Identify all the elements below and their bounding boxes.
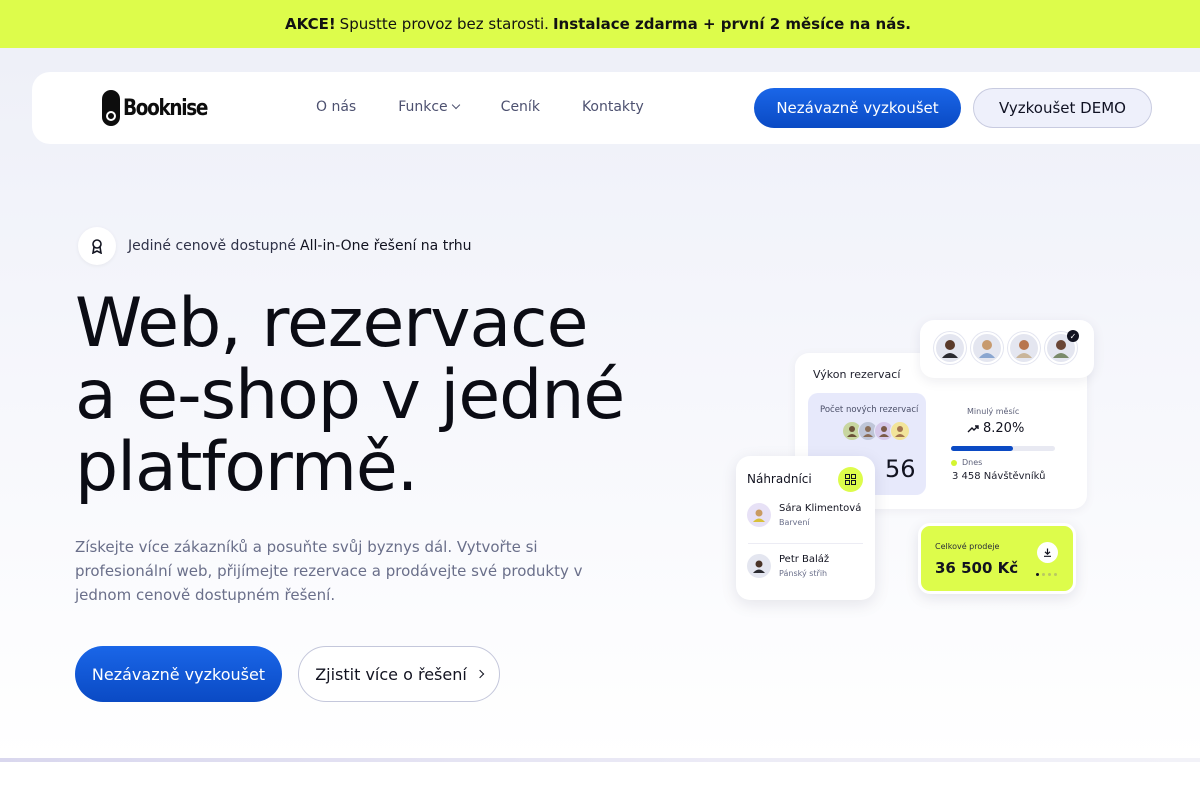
promo-bar: AKCE! Spustte provoz bez starosti. Insta…	[0, 0, 1200, 48]
visits-progress-fill	[951, 446, 1014, 451]
brand-logo[interactable]: Booknise	[102, 90, 223, 126]
new-reservations-value: 56	[885, 455, 916, 483]
today-legend: Dnes	[951, 458, 982, 467]
list-item[interactable]: Petr Baláž Pánský střih	[747, 554, 829, 578]
lime-dot-icon	[951, 459, 957, 466]
hero-badge: Jediné cenově dostupné All-in-One řešení…	[78, 227, 471, 265]
divider	[748, 543, 863, 544]
sales-label: Celkové prodeje	[935, 542, 1000, 551]
nav-link-kontakty[interactable]: Kontakty	[582, 99, 644, 115]
section-divider	[0, 758, 1200, 762]
hero-try-button[interactable]: Nezávazně vyzkoušet	[75, 646, 282, 702]
nav-demo-button[interactable]: Vyzkoušet DEMO	[973, 88, 1152, 128]
sales-value: 36 500 Kč	[935, 559, 1019, 577]
check-icon: ✓	[1067, 330, 1079, 342]
avatar-group	[842, 421, 910, 441]
promo-text: Spustte provoz bez starosti.	[339, 15, 549, 33]
nav-link-cenik[interactable]: Ceník	[501, 99, 540, 115]
sales-card: Celkové prodeje 36 500 Kč	[918, 523, 1076, 594]
chevron-down-icon	[451, 100, 460, 110]
carousel-dots	[1033, 573, 1057, 576]
grid-icon[interactable]	[838, 467, 863, 492]
hero-learn-more-button[interactable]: Zjistit více o řešení	[298, 646, 500, 702]
visits-count: 3 458 Návštěvníků	[952, 471, 1046, 482]
avatar	[971, 332, 1003, 364]
promo-label: AKCE!	[285, 15, 336, 33]
person-name: Sára Klimentová	[779, 503, 862, 514]
team-avatars: ✓	[934, 330, 1082, 364]
nav-links: O nás Funkce Ceník Kontakty	[316, 99, 686, 115]
promo-highlight: Instalace zdarma + první 2 měsíce na nás…	[552, 15, 911, 33]
avatar	[747, 554, 771, 578]
download-icon[interactable]	[1037, 542, 1058, 563]
avatar: ✓	[1045, 330, 1079, 364]
visits-progress-bar	[951, 446, 1055, 451]
nav-link-funkce[interactable]: Funkce	[398, 99, 460, 115]
headline-line-3: platformě.	[75, 428, 418, 507]
list-item[interactable]: Sára Klimentová Barvení	[747, 503, 861, 527]
team-card: ✓	[920, 320, 1094, 378]
award-icon	[78, 227, 116, 265]
avatar	[747, 503, 771, 527]
trend-up-icon	[967, 425, 979, 433]
performance-title: Výkon rezervací	[813, 368, 901, 381]
avatar	[890, 421, 910, 441]
person-role: Pánský střih	[779, 569, 828, 578]
last-month-label: Minulý měsíc	[967, 407, 1020, 416]
chevron-right-icon	[475, 669, 485, 679]
nav-try-button[interactable]: Nezávazně vyzkoušet	[754, 88, 961, 128]
last-month-metric: 8.20%	[967, 421, 1024, 436]
page-title: Web, rezervace a e-shop v jedné platform…	[75, 288, 695, 504]
substitutes-card: Náhradníci Sára Klimentová Barvení Petr …	[736, 456, 875, 600]
person-name: Petr Baláž	[779, 554, 830, 565]
nav-link-funkce-label: Funkce	[398, 99, 448, 115]
person-role: Barvení	[779, 518, 810, 527]
brand-mark-icon	[102, 90, 120, 126]
brand-name: Booknise	[123, 95, 208, 121]
learn-more-label: Zjistit více o řešení	[315, 664, 467, 684]
headline-line-1: Web, rezervace	[75, 284, 588, 363]
last-month-pct: 8.20%	[983, 421, 1025, 436]
new-reservations-label: Počet nových rezervací	[820, 405, 919, 415]
avatar	[934, 332, 966, 364]
badge-strong: All-in-One řešení na trhu	[300, 238, 472, 254]
substitutes-title: Náhradníci	[747, 472, 812, 486]
badge-text: Jediné cenově dostupné	[128, 238, 297, 254]
headline-line-2: a e-shop v jedné	[75, 356, 625, 435]
nav-link-o-nas[interactable]: O nás	[316, 99, 356, 115]
hero-subtitle: Získejte více zákazníků a posuňte svůj b…	[75, 538, 583, 604]
today-label: Dnes	[962, 458, 983, 467]
avatar	[1008, 332, 1040, 364]
